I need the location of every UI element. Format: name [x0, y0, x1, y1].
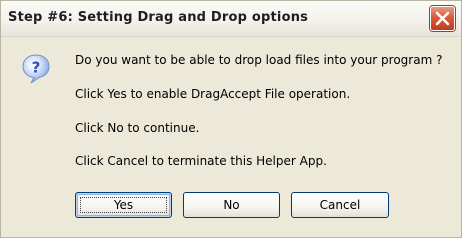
yes-button[interactable]: Yes [75, 192, 172, 218]
title-bar[interactable]: Step #6: Setting Drag and Drop options [1, 1, 461, 37]
cancel-button[interactable]: Cancel [291, 192, 389, 218]
svg-text:?: ? [32, 59, 41, 77]
window-title: Step #6: Setting Drag and Drop options [8, 10, 309, 25]
yes-button-label: Yes [113, 198, 134, 212]
message-line-no: Click No to continue. [75, 121, 200, 135]
cancel-button-label: Cancel [319, 198, 361, 212]
question-icon: ? [21, 53, 51, 85]
close-icon[interactable] [430, 6, 455, 31]
message-line-question: Do you want to be able to drop load file… [75, 53, 443, 67]
dialog-body: ? Do you want to be able to drop load fi… [1, 37, 461, 237]
message-dialog: Step #6: Setting Drag and Drop options ? [0, 0, 462, 238]
message-line-yes: Click Yes to enable DragAccept File oper… [75, 87, 351, 101]
no-button[interactable]: No [183, 192, 280, 218]
no-button-label: No [223, 198, 240, 212]
message-line-cancel: Click Cancel to terminate this Helper Ap… [75, 154, 327, 168]
